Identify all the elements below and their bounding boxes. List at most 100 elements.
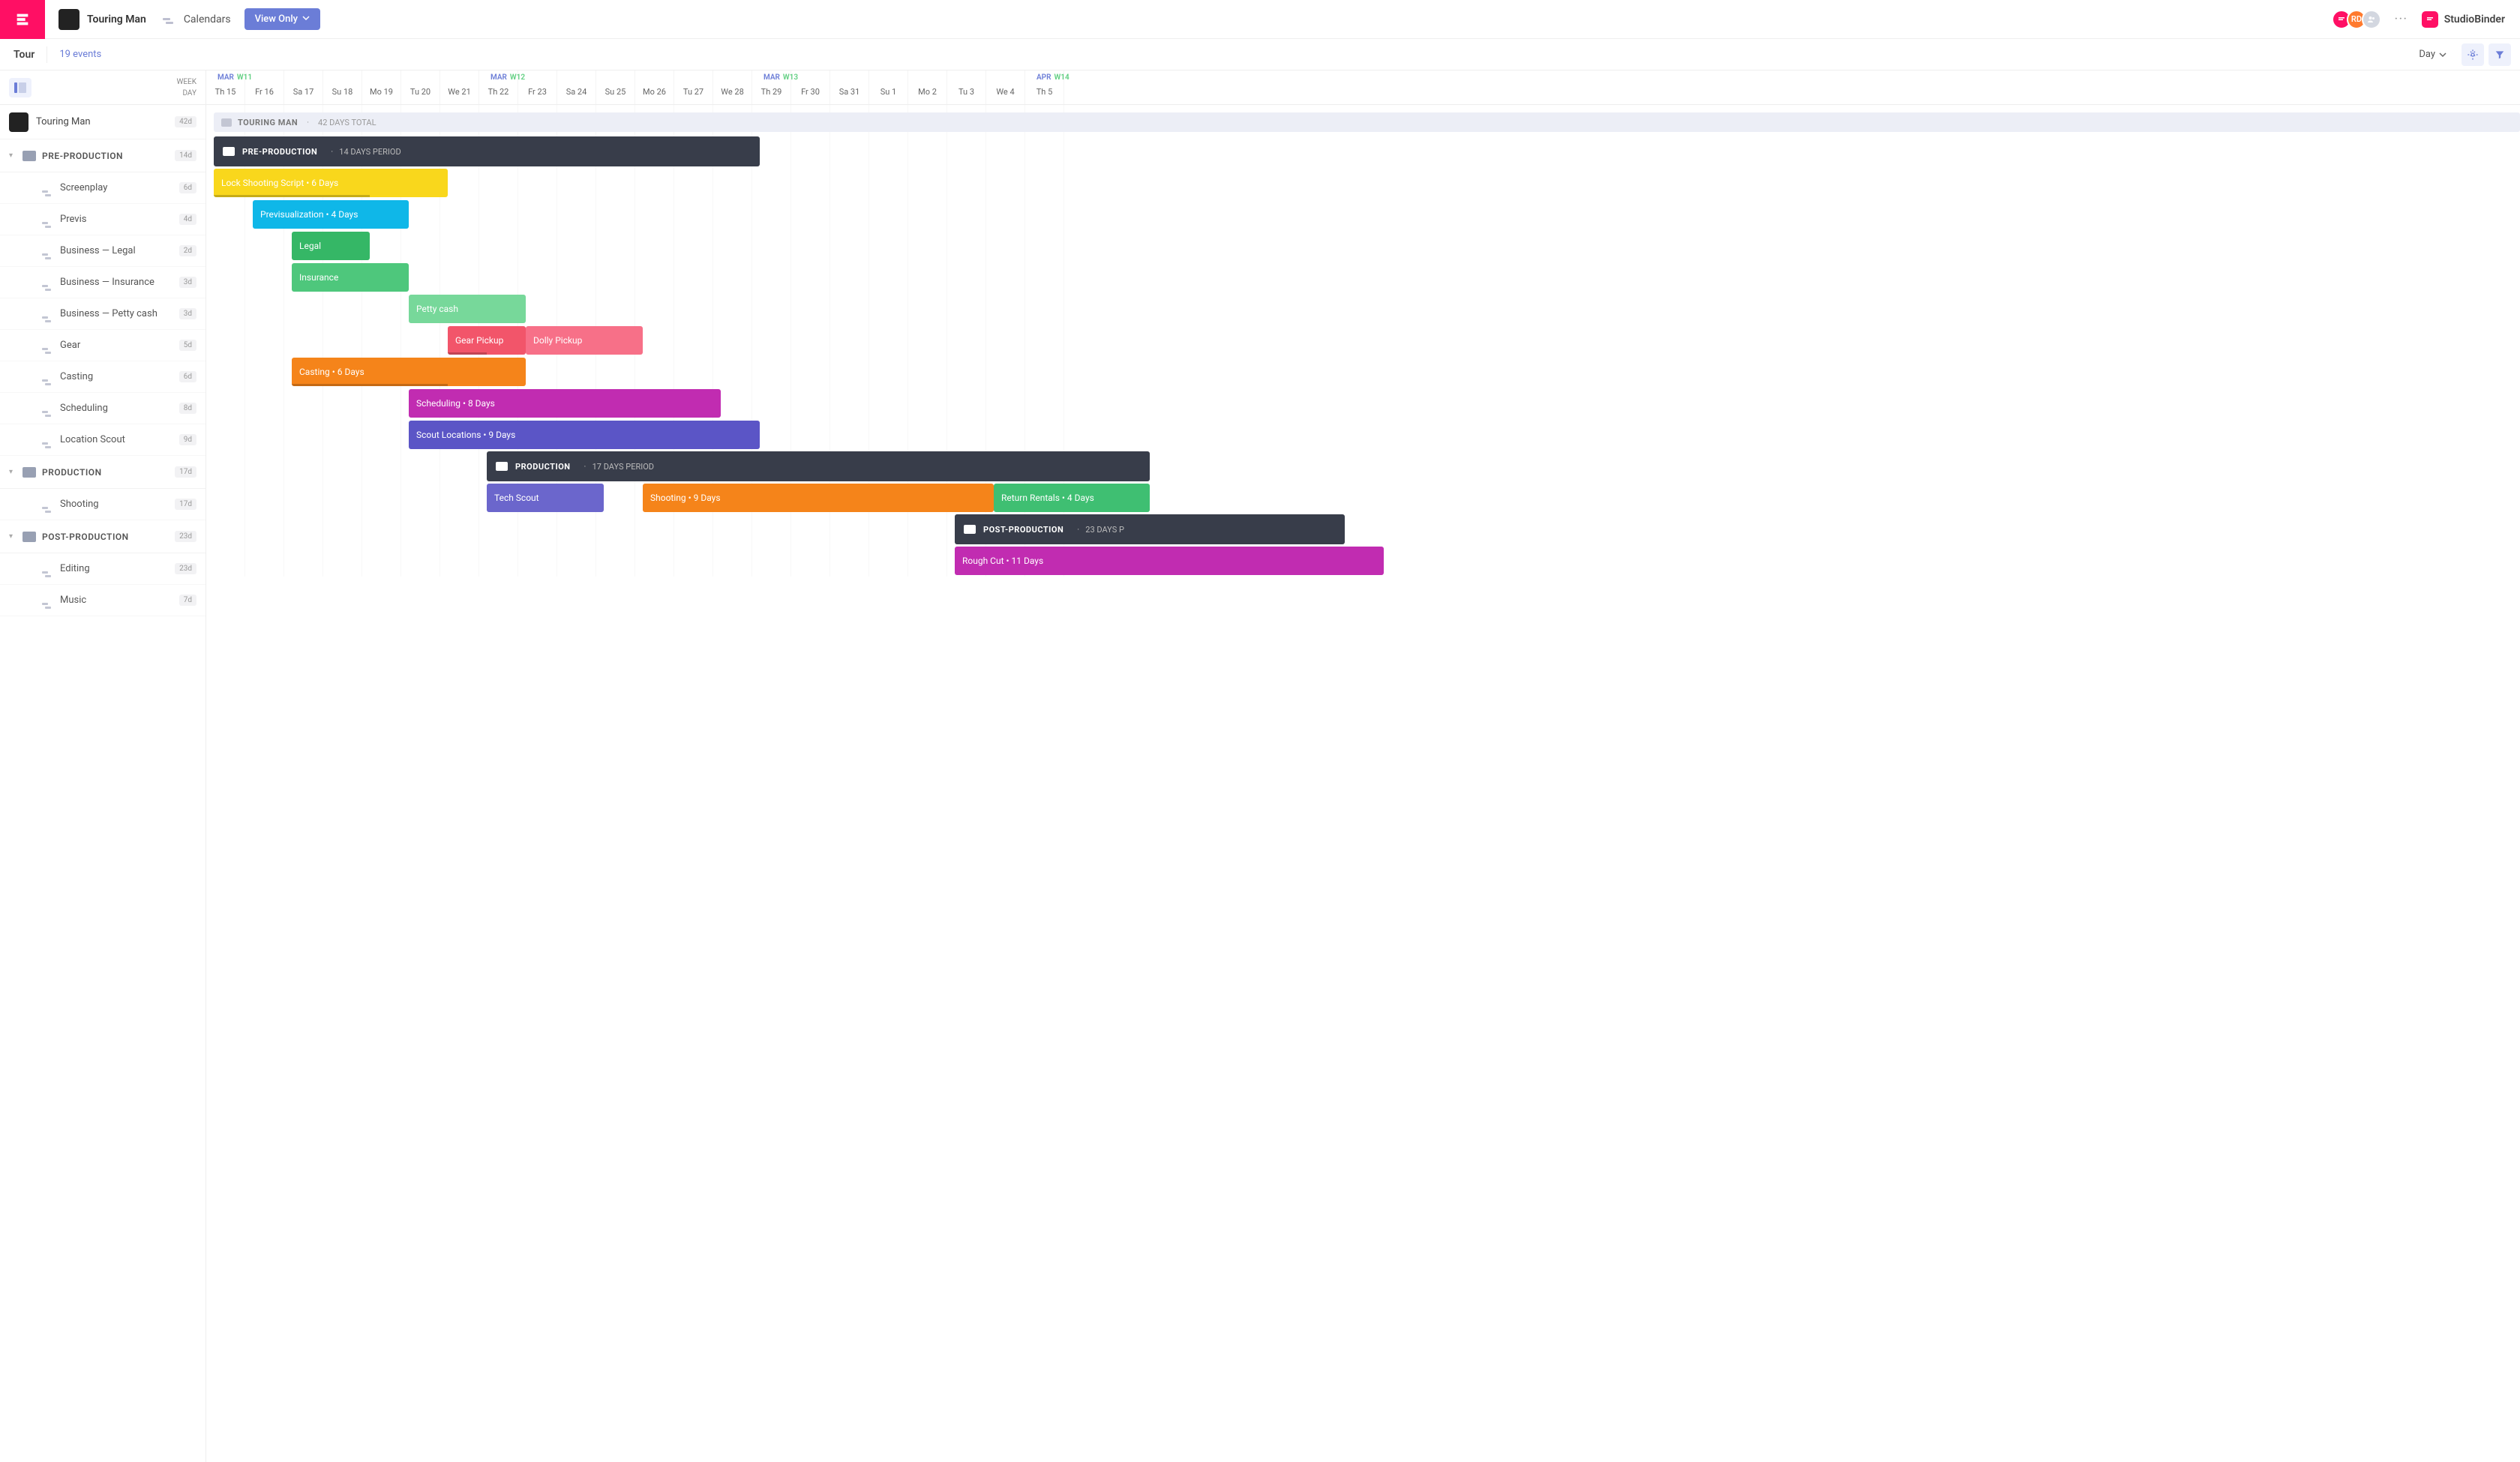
duration-badge: 23d (175, 531, 196, 542)
event-bar[interactable]: Return Rentals • 4 Days (994, 484, 1150, 512)
item-name: Gear (60, 340, 179, 351)
sidebar-item[interactable]: Business — Legal2d (0, 235, 206, 267)
duration-badge: 3d (179, 277, 196, 288)
brand[interactable]: StudioBinder (2422, 11, 2505, 28)
event-bar[interactable]: Shooting • 9 Days (643, 484, 994, 512)
day-column-header[interactable]: Sa 31 (830, 70, 869, 104)
zoom-level-label: Day (2419, 49, 2435, 60)
day-column-header[interactable]: Mo 26 (635, 70, 674, 104)
task-icon (42, 184, 54, 192)
item-name: Business — Insurance (60, 277, 179, 288)
timeline-header: MARW11MARW12MARW13APRW14Th 15Fr 16Sa 17S… (206, 70, 2520, 105)
day-column-header[interactable]: Tu 27 (674, 70, 713, 104)
project-avatar[interactable] (58, 9, 80, 30)
sidebar-group[interactable]: ▾PRODUCTION17d (0, 456, 206, 489)
event-bar[interactable]: Lock Shooting Script • 6 Days (214, 169, 448, 197)
folder-icon (22, 532, 36, 542)
sidebar-item[interactable]: Location Scout9d (0, 424, 206, 456)
day-column-header[interactable]: Mo 19 (362, 70, 401, 104)
phase-name: PRODUCTION (515, 462, 571, 472)
sidebar-item[interactable]: Business — Insurance3d (0, 267, 206, 298)
breadcrumb-calendars[interactable]: Calendars (184, 13, 231, 25)
collaborator-avatars[interactable]: RD (2336, 10, 2381, 29)
duration-badge: 2d (179, 245, 196, 256)
timeline-row: Gear PickupDolly Pickup (206, 325, 2520, 356)
sidebar-item[interactable]: Screenplay6d (0, 172, 206, 204)
sidebar-item[interactable]: Gear5d (0, 330, 206, 361)
more-menu-button[interactable]: ··· (2395, 13, 2408, 25)
day-column-header[interactable]: We 4 (986, 70, 1025, 104)
view-mode-button[interactable]: View Only (244, 8, 320, 30)
day-column-header[interactable]: Mo 2 (908, 70, 947, 104)
duration-badge: 5d (179, 340, 196, 351)
sidebar-project-row[interactable]: Touring Man 42d (0, 105, 206, 139)
day-column-header[interactable]: Tu 20 (401, 70, 440, 104)
sidebar-item[interactable]: Casting6d (0, 361, 206, 393)
avatar-3[interactable] (2362, 10, 2381, 29)
calendars-icon (163, 15, 176, 24)
phase-bar[interactable]: POST-PRODUCTION· 23 DAYS P (955, 514, 1345, 544)
event-bar[interactable]: Gear Pickup (448, 326, 526, 355)
timeline[interactable]: MARW11MARW12MARW13APRW14Th 15Fr 16Sa 17S… (206, 70, 2520, 1462)
filter-button[interactable] (2488, 43, 2511, 66)
brand-name: StudioBinder (2444, 13, 2505, 25)
sidebar-toggle-button[interactable] (9, 78, 32, 97)
timeline-row: Previsualization • 4 Days (206, 199, 2520, 230)
sidebar-item[interactable]: Music7d (0, 585, 206, 616)
day-column-header[interactable]: We 21 (440, 70, 479, 104)
settings-button[interactable] (2462, 43, 2484, 66)
duration-badge: 17d (175, 499, 196, 510)
day-column-header[interactable]: Su 1 (869, 70, 908, 104)
event-bar[interactable]: Insurance (292, 263, 409, 292)
page-title: Tour (14, 49, 34, 61)
app-logo[interactable] (0, 0, 45, 39)
brand-logo-icon (2422, 11, 2438, 28)
event-bar[interactable]: Tech Scout (487, 484, 604, 512)
day-column-header[interactable]: We 28 (713, 70, 752, 104)
folder-icon (22, 151, 36, 161)
event-bar[interactable]: Scout Locations • 9 Days (409, 421, 760, 449)
project-name[interactable]: Touring Man (87, 13, 146, 25)
sidebar-item[interactable]: Business — Petty cash3d (0, 298, 206, 330)
duration-badge: 3d (179, 308, 196, 319)
sidebar-item[interactable]: Scheduling8d (0, 393, 206, 424)
group-name: POST-PRODUCTION (42, 532, 175, 542)
timeline-row: Lock Shooting Script • 6 Days (206, 167, 2520, 199)
folder-icon (223, 147, 235, 156)
sidebar-group[interactable]: ▾POST-PRODUCTION23d (0, 520, 206, 553)
phase-bar[interactable]: PRE-PRODUCTION· 14 DAYS PERIOD (214, 136, 760, 166)
duration-badge: 8d (179, 403, 196, 414)
folder-icon (964, 525, 976, 534)
zoom-level-button[interactable]: Day (2419, 49, 2446, 60)
sidebar-item[interactable]: Shooting17d (0, 489, 206, 520)
day-column-header[interactable]: Sa 24 (557, 70, 596, 104)
phase-period: · 14 DAYS PERIOD (331, 147, 400, 157)
day-column-header[interactable]: Su 18 (323, 70, 362, 104)
event-bar[interactable]: Dolly Pickup (526, 326, 643, 355)
item-name: Scheduling (60, 403, 179, 414)
phase-bar[interactable]: PRODUCTION· 17 DAYS PERIOD (487, 451, 1150, 481)
event-bar[interactable]: Petty cash (409, 295, 526, 323)
sidebar-item[interactable]: Previs4d (0, 204, 206, 235)
sidebar-item[interactable]: Editing23d (0, 553, 206, 585)
event-bar[interactable]: Casting • 6 Days (292, 358, 526, 386)
timeline-row: Rough Cut • 11 Days (206, 545, 2520, 577)
sidebar-group[interactable]: ▾PRE-PRODUCTION14d (0, 139, 206, 172)
event-bar[interactable]: Rough Cut • 11 Days (955, 547, 1384, 575)
events-count[interactable]: 19 events (59, 49, 101, 60)
event-bar[interactable]: Previsualization • 4 Days (253, 200, 409, 229)
event-bar[interactable]: Scheduling • 8 Days (409, 389, 721, 418)
day-column-header[interactable]: Tu 3 (947, 70, 986, 104)
timeline-body: TOURING MAN · 42 DAYS TOTAL PRE-PRODUCTI… (206, 105, 2520, 577)
day-column-header[interactable]: Sa 17 (284, 70, 323, 104)
week-label: MARW11 (218, 73, 252, 82)
timeline-row: PRODUCTION· 17 DAYS PERIOD (206, 451, 2520, 482)
folder-icon (22, 467, 36, 478)
timeline-row: Casting • 6 Days (206, 356, 2520, 388)
week-day-labels: WEEK DAY (176, 76, 196, 99)
event-bar[interactable]: Legal (292, 232, 370, 260)
top-bar: Touring Man Calendars View Only RD ··· S… (0, 0, 2520, 39)
project-summary-bar[interactable]: TOURING MAN · 42 DAYS TOTAL (214, 112, 2520, 132)
group-name: PRODUCTION (42, 467, 175, 478)
day-column-header[interactable]: Su 25 (596, 70, 635, 104)
